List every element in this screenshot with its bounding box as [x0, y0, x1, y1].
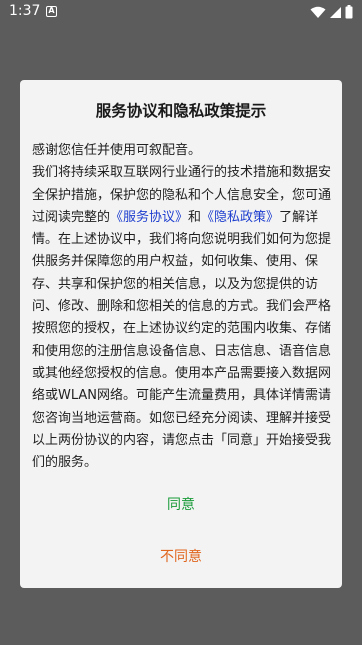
notification-a-icon: A: [46, 6, 57, 17]
dialog-title: 服务协议和隐私政策提示: [95, 102, 267, 120]
status-bar: 1:37 A: [0, 0, 362, 24]
disagree-button[interactable]: 不同意: [20, 546, 342, 566]
privacy-policy-link[interactable]: 《隐私政策》: [201, 210, 279, 225]
dialog-body: 感谢您信任并使用可叙配音。 我们将持续采取互联网行业通行的技术措施和数据安全保护…: [32, 140, 331, 474]
wifi-icon: [310, 6, 326, 18]
privacy-dialog: 服务协议和隐私政策提示 感谢您信任并使用可叙配音。 我们将持续采取互联网行业通行…: [20, 80, 342, 588]
body-text-part2: 了解详情。在上述协议中，我们将向您说明我们如何为您提供服务并保障您的用户权益，如…: [32, 209, 332, 471]
battery-icon: [345, 5, 353, 19]
agreement-text: 我们将持续采取互联网行业通行的技术措施和数据安全保护措施，保护您的隐私和个人信息…: [32, 162, 331, 474]
signal-icon: [330, 6, 341, 18]
intro-text: 感谢您信任并使用可叙配音。: [32, 143, 202, 158]
status-icons: [310, 5, 353, 19]
agree-button[interactable]: 同意: [20, 494, 342, 514]
status-time: 1:37: [9, 3, 41, 19]
and-text: 和: [188, 209, 202, 225]
service-agreement-link[interactable]: 《服务协议》: [110, 210, 188, 225]
